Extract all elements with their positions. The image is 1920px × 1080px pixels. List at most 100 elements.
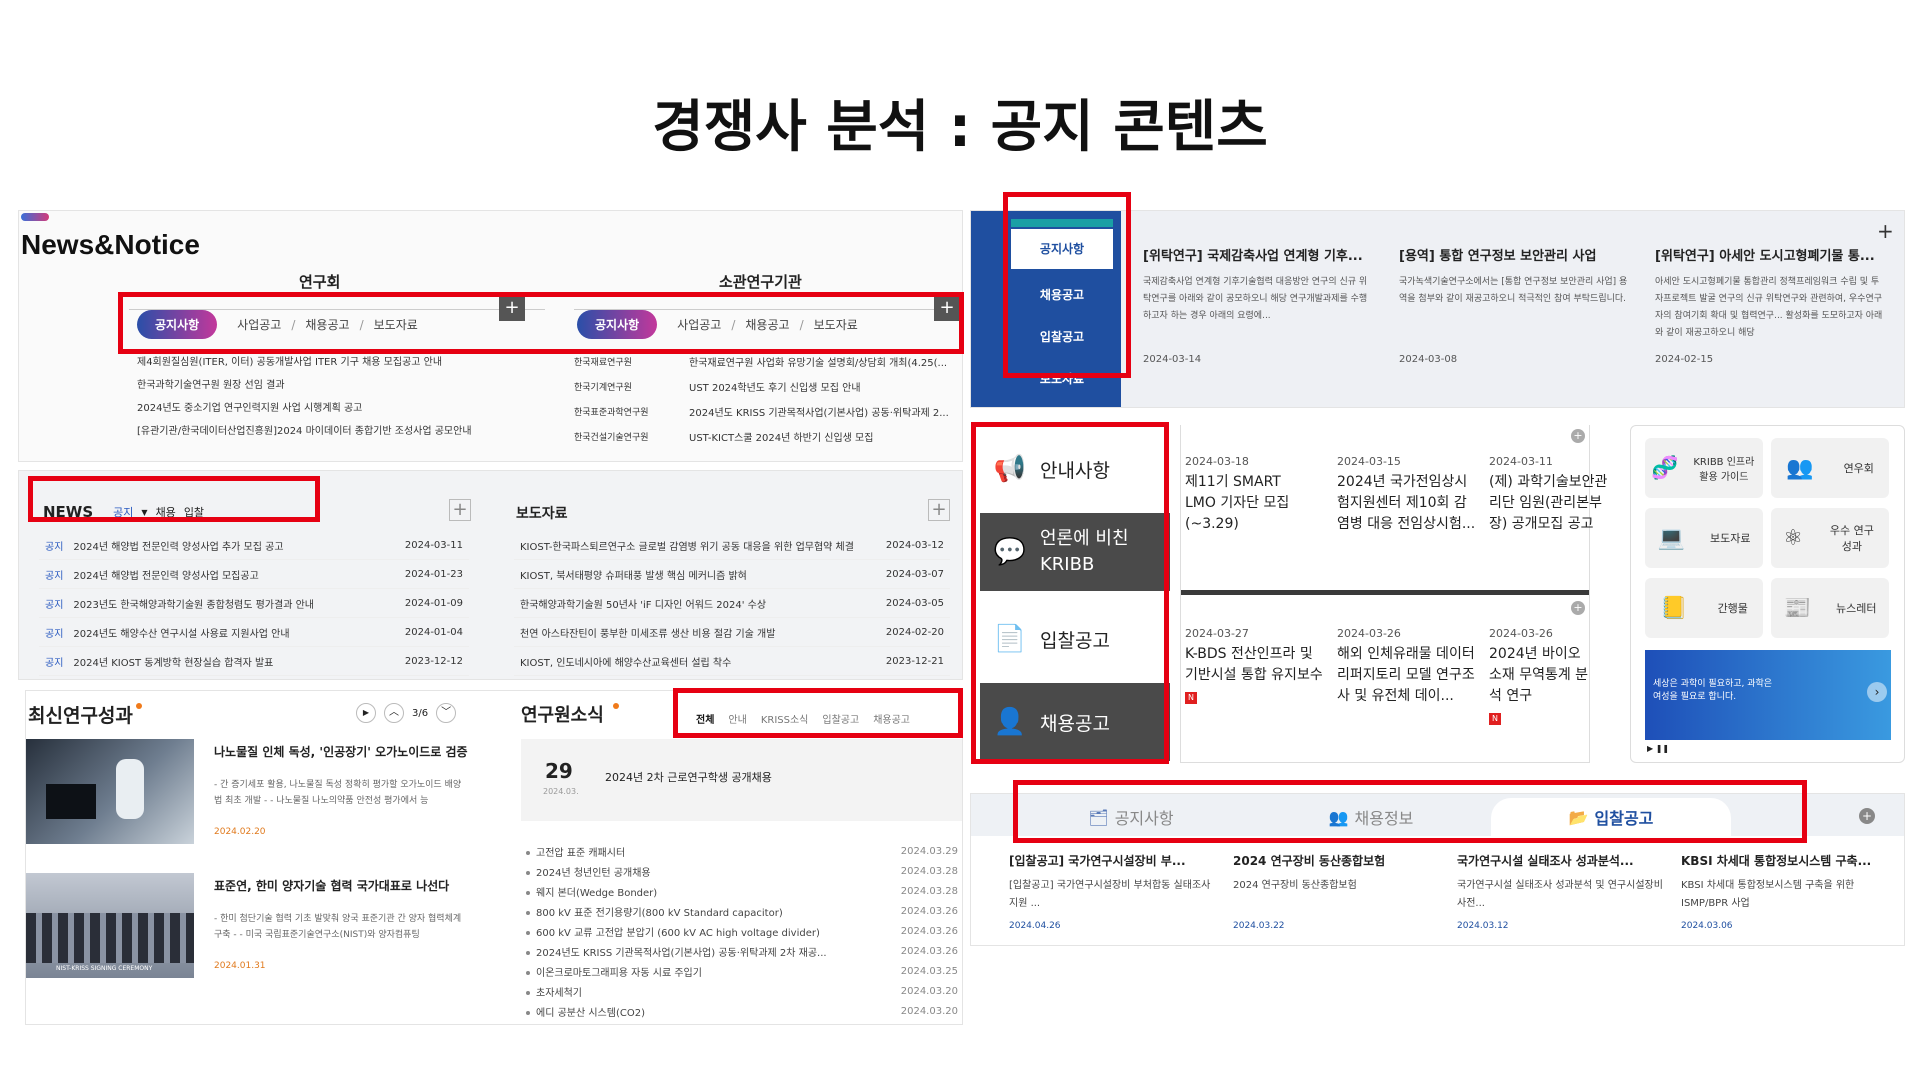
table-row[interactable]: 공지 2024년도 해양수산 연구시설 사용료 지원사업 안내 2024-01-04: [39, 618, 469, 647]
tab-notice-left[interactable]: 공지사항: [137, 310, 218, 339]
filter-info[interactable]: 안내: [728, 711, 746, 726]
bid-card[interactable]: 국가연구시설 실태조사 성과분석... 국가연구시설 실태조사 성과분석 및 연…: [1457, 852, 1667, 931]
list-item[interactable]: 에디 공분산 시스템(CO2) 2024.03.20: [526, 1001, 958, 1021]
news-item[interactable]: 2024-03-11 (제) 과학기술보안관리단 임원(관리본부장) 공개모집 …: [1489, 451, 1619, 535]
side-tab-recruit[interactable]: 👤 채용공고: [980, 683, 1170, 761]
research-item-title[interactable]: 나노물질 인체 독성, '인공장기' 오가노이드로 검증: [214, 743, 474, 760]
tab-bid[interactable]: 📂 입찰공고: [1491, 798, 1731, 836]
prev-button[interactable]: ︿: [384, 703, 404, 723]
megaphone-icon: 📢: [993, 454, 1027, 484]
table-row[interactable]: KIOST, 인도네시아에 해양수산교육센터 설립 착수 2023-12-21: [514, 647, 950, 676]
quick-link[interactable]: 🧬 KRIBB 인프라 활용 가이드: [1645, 438, 1763, 498]
list-item[interactable]: 초자세척기 2024.03.20: [526, 981, 958, 1001]
list-item[interactable]: 고전압 표준 캐패시터 2024.03.29: [526, 841, 958, 861]
filter-kriss[interactable]: KRISS소식: [761, 711, 809, 726]
list-item[interactable]: 2024년도 KRISS 기관목적사업(기본사업) 공동·위탁과제 2차 재공.…: [526, 941, 958, 961]
tab-press-left[interactable]: 보도자료: [374, 316, 418, 333]
more-button-left[interactable]: +: [499, 295, 525, 321]
list-item[interactable]: 한국재료연구원 한국재료연구원 사업화 유망기술 설명회/상담회 개최(4.25(…: [574, 351, 962, 376]
chevron-right-icon[interactable]: ›: [1867, 682, 1887, 702]
list-item[interactable]: 600 kV 교류 고전압 분압기 (600 kV AC high voltag…: [526, 921, 958, 941]
notice-card[interactable]: [위탁연구] 국제감축사업 연계형 기후... 국제감축사업 연계형 기후기술협…: [1143, 245, 1373, 365]
research-item-date: 2024.01.31: [214, 961, 266, 971]
bid-card[interactable]: KBSI 차세대 통합정보시스템 구축... KBSI 차세대 통합정보시스템 …: [1681, 852, 1891, 931]
plus-icon[interactable]: +: [928, 499, 950, 521]
tab-press-right[interactable]: 보도자료: [814, 316, 858, 333]
plus-circle-icon[interactable]: +: [1571, 601, 1585, 615]
table-row[interactable]: 공지 2024년 KIOST 동계방학 현장실습 합격자 발표 2023-12-12: [39, 647, 469, 676]
table-row[interactable]: KIOST-한국파스퇴르연구소 글로벌 감염병 위기 공동 대응을 위한 업무협…: [514, 531, 950, 560]
tab-business-left[interactable]: 사업공고: [237, 316, 281, 333]
filter-bid[interactable]: 입찰: [184, 504, 204, 520]
list-item[interactable]: [유관기관/한국데이터산업진흥원]2024 마이데이터 종합기반 조성사업 공모…: [137, 420, 537, 443]
list-item[interactable]: 2024년 청년인턴 공개채용 2024.03.28: [526, 861, 958, 881]
quick-link[interactable]: 📒 간행물: [1645, 578, 1763, 638]
news-item[interactable]: 2024-03-27 K-BDS 전산인프라 및 기반시설 통합 유지보수 N: [1185, 623, 1325, 707]
plus-circle-icon[interactable]: +: [1571, 429, 1585, 443]
tab-recruit[interactable]: 채용공고: [1011, 277, 1113, 313]
filter-all[interactable]: 전체: [696, 711, 714, 726]
bid-card[interactable]: [입찰공고] 국가연구시설장비 부... [입찰공고] 국가연구시설장비 부처합…: [1009, 852, 1219, 931]
filter-recruit[interactable]: 채용: [156, 504, 176, 520]
chat-bubble-icon: 💬: [993, 537, 1027, 567]
person-question-icon: 👤: [993, 707, 1027, 737]
filter-notice[interactable]: 공지: [113, 504, 133, 520]
tab-notice[interactable]: 🗂 공지사항: [1011, 798, 1251, 836]
table-row[interactable]: 공지 2024년 해양법 전문인력 양성사업 모집공고 2024-01-23: [39, 560, 469, 589]
next-button[interactable]: ﹀: [436, 703, 457, 723]
list-item[interactable]: 800 kV 표준 전기용량기(800 kV Standard capacito…: [526, 901, 958, 921]
research-thumb-ceremony[interactable]: NIST-KRISS SIGNING CEREMONY: [26, 873, 194, 978]
list-item[interactable]: 웨지 본더(Wedge Bonder) 2024.03.28: [526, 881, 958, 901]
news-item[interactable]: 2024-03-26 해외 인체유래물 데이터 리퍼지토리 모델 연구조사 및 …: [1337, 623, 1477, 707]
promo-banner[interactable]: 세상은 과학이 필요하고, 과학은 여성을 필요로 합니다. ›: [1645, 650, 1891, 740]
list-item[interactable]: 이온크로마토그래피용 자동 시료 주입기 2024.03.25: [526, 961, 958, 981]
news-item[interactable]: 2024-03-26 2024년 바이오소재 무역통계 분석 연구 N: [1489, 623, 1589, 728]
tab-business-right[interactable]: 사업공고: [677, 316, 721, 333]
banner-controls[interactable]: ▶ ❚❚: [1647, 744, 1669, 753]
list-item[interactable]: 제4회원질심원(ITER, 이터) 공동개발사업 ITER 기구 채용 모집공고…: [137, 351, 537, 374]
tab-recruit[interactable]: 👥 채용정보: [1251, 798, 1491, 836]
bid-card[interactable]: 2024 연구장비 동산종합보험 2024 연구장비 동산종합보험 2024.0…: [1233, 852, 1443, 931]
tab-press[interactable]: 보도자료: [1011, 361, 1113, 397]
featured-news[interactable]: 29 2024.03. 2024년 2차 근로연구학생 공개채용: [521, 739, 962, 821]
list-item[interactable]: 한국건설기술연구원 UST-KICT스쿨 2024년 하반기 신입생 모집: [574, 426, 962, 451]
orange-dot: [613, 703, 619, 709]
quick-link[interactable]: ⚛ 우수 연구성과: [1771, 508, 1889, 568]
side-tab-info[interactable]: 📢 안내사항: [980, 430, 1170, 508]
filter-recruit[interactable]: 채용공고: [873, 711, 910, 726]
news-item[interactable]: 2024-03-18 제11기 SMART LMO 기자단 모집 (~3.29): [1185, 451, 1315, 535]
play-button[interactable]: ▶: [356, 703, 376, 723]
people-icon: 👥: [1328, 807, 1349, 827]
more-button-right[interactable]: +: [934, 295, 960, 321]
list-item[interactable]: 2024년도 중소기업 연구인력지원 사업 시행계획 공고: [137, 397, 537, 420]
news-item[interactable]: 2024-03-15 2024년 국가전임상시험지원센터 제10회 감염병 대응…: [1337, 451, 1477, 535]
notice-card[interactable]: [위탁연구] 아세안 도시고형폐기물 통... 아세안 도시고형폐기물 통합관리…: [1655, 245, 1885, 365]
table-row[interactable]: 공지 2023년도 한국해양과학기술원 종합청렴도 평가결과 안내 2024-01-…: [39, 589, 469, 618]
side-tab-press[interactable]: 💬 언론에 비친 KRIBB: [980, 513, 1170, 591]
list-item[interactable]: 한국기계연구원 UST 2024학년도 후기 신입생 모집 안내: [574, 376, 962, 401]
list-item[interactable]: 한국표준과학연구원 2024년도 KRISS 기관목적사업(기본사업) 공동·위탁…: [574, 401, 962, 426]
plus-icon[interactable]: +: [1877, 219, 1894, 243]
notice-card[interactable]: [용역] 통합 연구정보 보안관리 사업 국가녹색기술연구소에서는 [통합 연구…: [1399, 245, 1629, 365]
tab-bid[interactable]: 입찰공고: [1011, 319, 1113, 355]
list-item[interactable]: 한국과학기술연구원 원장 선임 결과: [137, 374, 537, 397]
table-row[interactable]: 공지 2024년 해양법 전문인력 양성사업 추가 모집 공고 2024-03-11: [39, 531, 469, 560]
research-thumb-lab[interactable]: [26, 739, 194, 844]
quick-link[interactable]: 👥 연우회: [1771, 438, 1889, 498]
tab-notice-right[interactable]: 공지사항: [577, 310, 658, 339]
quick-link[interactable]: 📰 뉴스레터: [1771, 578, 1889, 638]
table-row[interactable]: KIOST, 북서태평양 슈퍼태풍 발생 핵심 메커니즘 밝혀 2024-03-0…: [514, 560, 950, 589]
feature-ym: 2024.03.: [543, 787, 579, 796]
tab-recruit-right[interactable]: 채용공고: [745, 316, 789, 333]
filter-bid[interactable]: 입찰공고: [822, 711, 859, 726]
research-item-title[interactable]: 표준연, 한미 양자기술 협력 국가대표로 나선다: [214, 877, 474, 894]
side-tab-bid[interactable]: 📄 입찰공고: [980, 600, 1170, 678]
table-row[interactable]: 천연 아스타잔틴이 풍부한 미세조류 생산 비용 절감 기술 개발 2024-02…: [514, 618, 950, 647]
plus-icon[interactable]: +: [449, 499, 471, 521]
table-row[interactable]: 한국해양과학기술원 50년사 'iF 디자인 어워드 2024' 수상 2024-…: [514, 589, 950, 618]
tab-recruit-left[interactable]: 채용공고: [305, 316, 349, 333]
orange-dot: [136, 703, 142, 709]
tab-notice[interactable]: 공지사항: [1011, 229, 1113, 269]
quick-link[interactable]: 💻 보도자료: [1645, 508, 1763, 568]
plus-circle-icon[interactable]: +: [1859, 808, 1875, 824]
